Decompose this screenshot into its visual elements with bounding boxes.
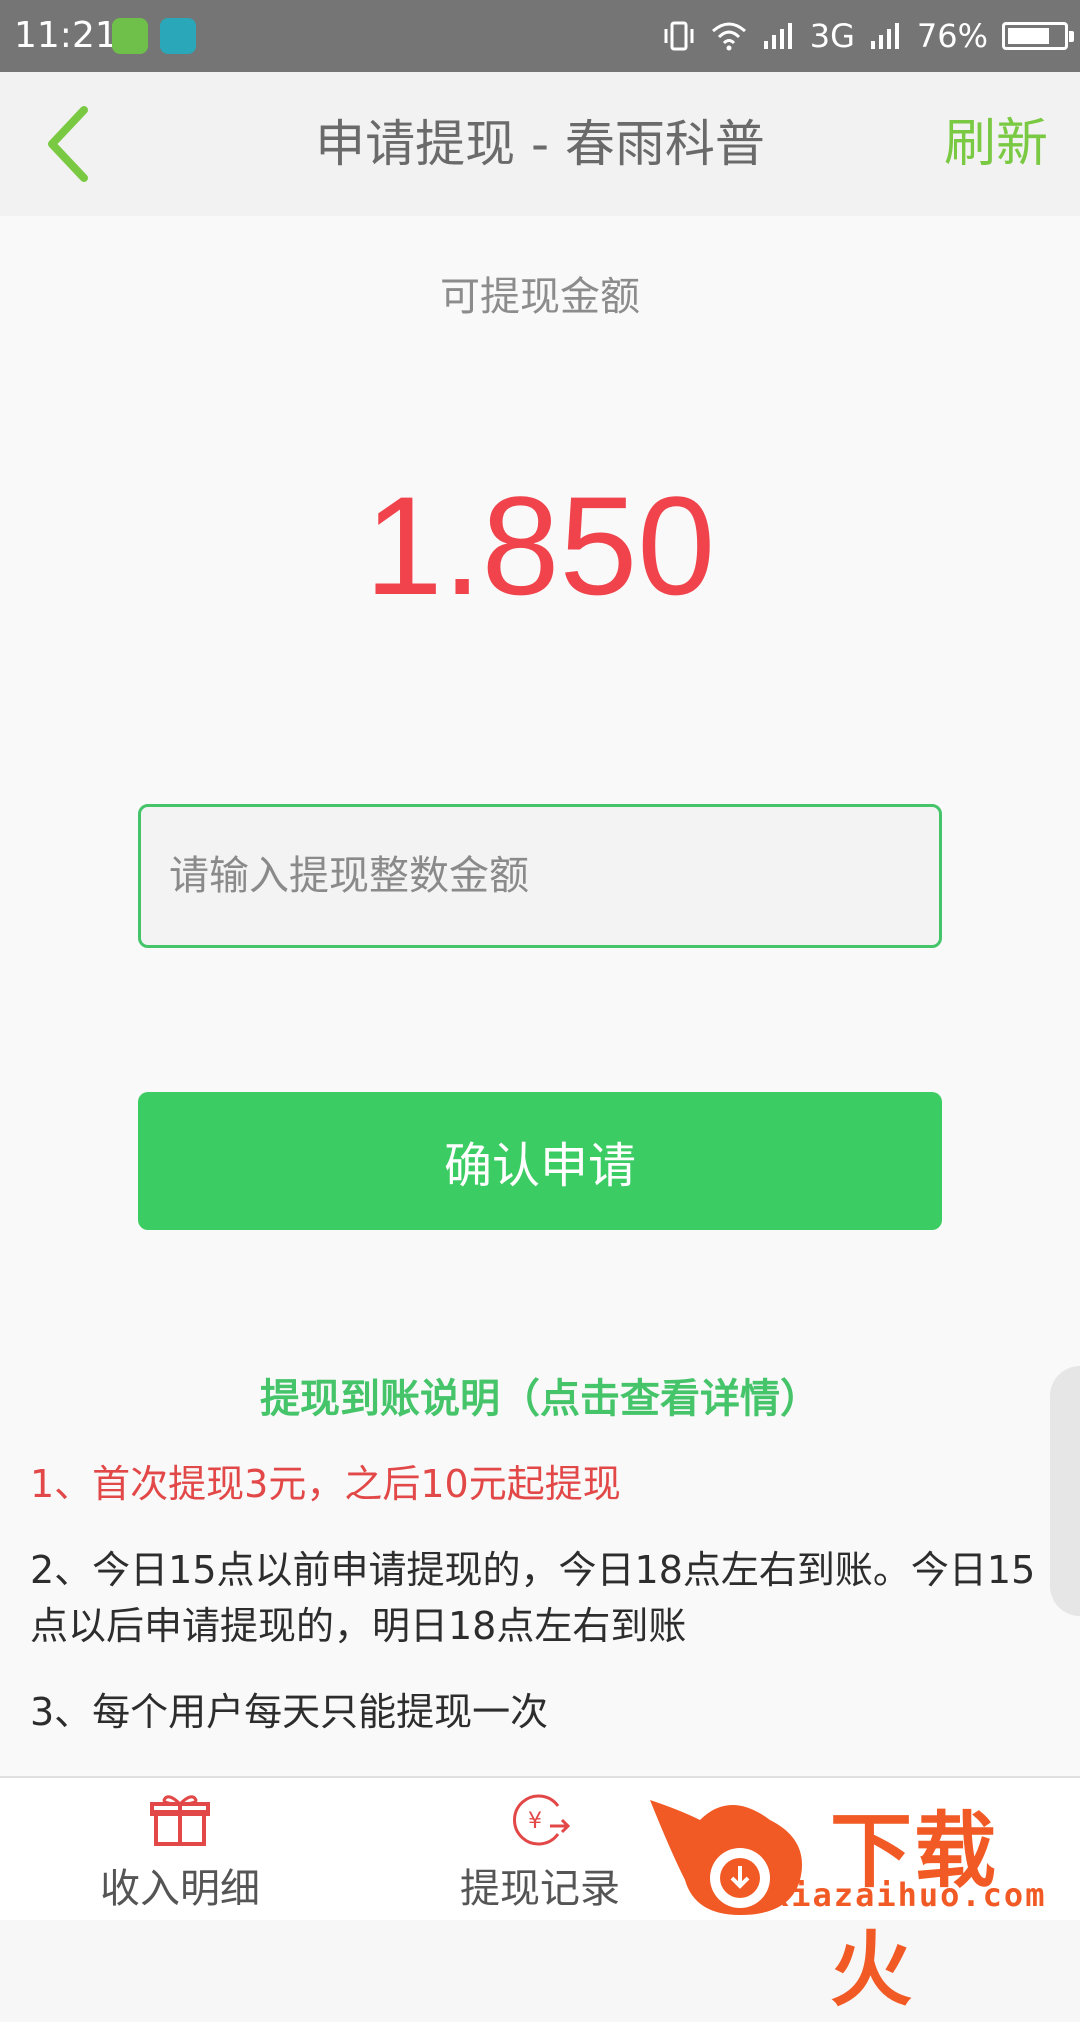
confirm-apply-button[interactable]: 确认申请 xyxy=(138,1092,942,1230)
shield-app-icon xyxy=(112,18,148,54)
scan-app-icon xyxy=(160,18,196,54)
tab-income-details[interactable]: 收入明细 xyxy=(30,1778,330,1922)
withdraw-amount-input[interactable] xyxy=(138,804,942,948)
status-time: 11:21 xyxy=(14,15,118,56)
status-bar: 11:21 3G 76% xyxy=(0,0,1080,72)
svg-text:¥: ¥ xyxy=(528,1809,542,1834)
battery-fill xyxy=(1008,28,1050,44)
xiazaihuo-watermark: 下载火 xiazaihuo.com xyxy=(640,1780,1080,2018)
signal-icon-2 xyxy=(870,23,899,49)
vibrate-icon xyxy=(664,21,694,51)
yuan-transfer-icon: ¥ xyxy=(513,1794,570,1846)
gift-icon xyxy=(150,1795,210,1846)
note-item: 1、首次提现3元，之后10元起提现 xyxy=(30,1462,621,1506)
note-item: 3、每个用户每天只能提现一次 xyxy=(30,1690,549,1734)
balance-label: 可提现金额 xyxy=(440,274,640,320)
withdraw-content: 可提现金额 1.850 确认申请 提现到账说明（点击查看详情） 1、首次提现3元… xyxy=(0,216,1080,1776)
side-drawer-handle[interactable] xyxy=(1050,1366,1080,1616)
network-type: 3G xyxy=(809,17,855,55)
signal-icon xyxy=(763,23,792,49)
battery-percent: 76% xyxy=(916,17,988,55)
watermark-url: xiazaihuo.com xyxy=(770,1876,1047,1914)
refresh-button[interactable]: 刷新 xyxy=(944,72,1048,216)
battery-icon xyxy=(1002,22,1074,50)
note-item: 2、今日15点以前申请提现的，今日18点左右到账。今日15点以后申请提现的，明日… xyxy=(30,1548,1036,1648)
balance-amount: 1.850 xyxy=(364,467,716,624)
nav-bar: 申请提现 - 春雨科普 刷新 xyxy=(0,72,1080,216)
tab-income-label: 收入明细 xyxy=(100,1866,260,1912)
page-title: 申请提现 - 春雨科普 xyxy=(315,115,765,173)
wifi-icon xyxy=(711,22,746,51)
withdraw-notes-link[interactable]: 提现到账说明（点击查看详情） xyxy=(0,1366,1080,1424)
withdraw-notes: 1、首次提现3元，之后10元起提现 2、今日15点以前申请提现的，今日18点左右… xyxy=(30,1456,1040,1770)
status-indicators: 3G 76% xyxy=(662,14,1074,58)
